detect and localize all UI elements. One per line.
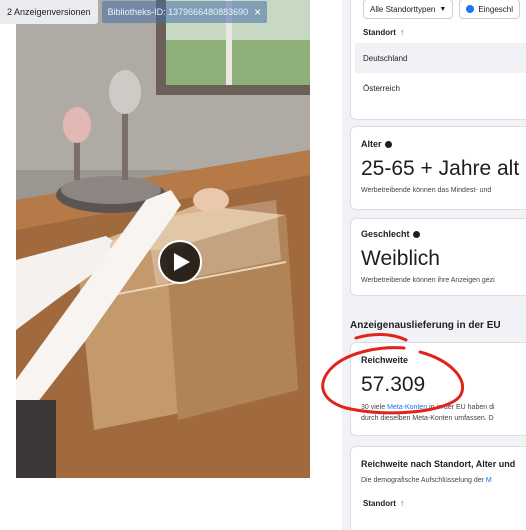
breakdown-column-header[interactable]: Standort ↑ (363, 498, 404, 508)
location-type-label: Alle Standorttypen (370, 4, 436, 14)
location-type-dropdown[interactable]: Alle Standorttypen ▼ (363, 0, 454, 19)
chevron-down-icon: ▼ (439, 5, 447, 13)
breakdown-card: Reichweite nach Standort, Alter und Die … (350, 446, 526, 530)
reach-card: Reichweite 57.309 30 viele Meta-Konten i… (350, 342, 526, 436)
info-icon[interactable] (412, 230, 420, 238)
age-card: Alter 25-65 + Jahre alt Werbetreibende k… (350, 126, 526, 210)
ad-version-bar: 2 Anzeigenversionen Bibliotheks-ID: 1379… (0, 0, 268, 24)
location-filters: Alle Standorttypen ▼ Eingeschl (363, 0, 520, 19)
ad-versions-chip[interactable]: 2 Anzeigenversionen (0, 0, 98, 24)
reach-note-line2: durch dieselben Meta-Konten umfassen. D (361, 415, 494, 422)
ad-details-panel: Alle Standorttypen ▼ Eingeschl Standort … (342, 0, 526, 530)
gender-note: Werbetreibende können ihre Anzeigen gezi (361, 277, 495, 284)
gender-title-label: Geschlecht (361, 229, 410, 239)
location-column-header[interactable]: Standort ↑ (363, 27, 404, 37)
breakdown-desc: Die demografische Aufschlüsselung der M (361, 477, 492, 484)
gender-title: Geschlecht (361, 229, 420, 239)
breakdown-title: Reichweite nach Standort, Alter und (361, 459, 515, 469)
ad-versions-label: 2 Anzeigenversionen (7, 7, 91, 17)
included-label: Eingeschl (478, 4, 513, 14)
included-filter[interactable]: Eingeschl (459, 0, 520, 19)
sort-arrow-up-icon: ↑ (399, 498, 405, 508)
reach-value: 57.309 (361, 373, 426, 396)
breakdown-header-label: Standort (363, 498, 396, 508)
age-value: 25-65 + Jahre alt (361, 157, 520, 180)
location-card: Alle Standorttypen ▼ Eingeschl Standort … (350, 0, 526, 120)
location-cell: Österreich (363, 83, 400, 93)
check-circle-icon (466, 5, 475, 13)
play-button[interactable] (158, 240, 202, 284)
gender-card: Geschlecht Weiblich Werbetreibende könne… (350, 218, 526, 296)
info-icon[interactable] (384, 140, 392, 148)
ad-video-player[interactable] (16, 0, 310, 478)
reach-note: 30 viele Meta-Konten in in der EU haben … (361, 404, 495, 411)
gender-value: Weiblich (361, 247, 440, 270)
reach-note-suffix: in in der EU haben di (429, 404, 495, 411)
eu-delivery-heading: Anzeigenauslieferung in der EU (350, 320, 501, 331)
breakdown-title-label: Reichweite nach Standort, Alter und (361, 459, 516, 469)
play-icon (174, 253, 190, 271)
sort-arrow-up-icon: ↑ (399, 27, 405, 37)
breakdown-desc-link[interactable]: M (486, 477, 492, 484)
reach-note-prefix: 30 viele (361, 404, 386, 411)
table-row: Österreich (355, 73, 526, 103)
ad-library-detail-view: 2 Anzeigenversionen Bibliotheks-ID: 1379… (0, 0, 526, 530)
location-header-label: Standort (363, 27, 396, 37)
library-id-label: Bibliotheks-ID: 1379666480883690 (107, 7, 249, 17)
age-note: Werbetreibende können das Mindest- und (361, 187, 492, 194)
reach-title-label: Reichweite (361, 355, 409, 365)
location-cell: Deutschland (363, 53, 408, 63)
library-id-chip: Bibliotheks-ID: 1379666480883690 × (101, 1, 268, 23)
table-row: Deutschland (355, 43, 526, 73)
close-icon[interactable]: × (254, 6, 261, 18)
breakdown-desc-prefix: Die demografische Aufschlüsselung der (361, 477, 484, 484)
reach-title: Reichweite (361, 355, 408, 365)
video-frame-image (16, 0, 310, 478)
meta-accounts-link[interactable]: Meta-Konten (387, 404, 427, 411)
age-title-label: Alter (361, 139, 382, 149)
age-title: Alter (361, 139, 392, 149)
